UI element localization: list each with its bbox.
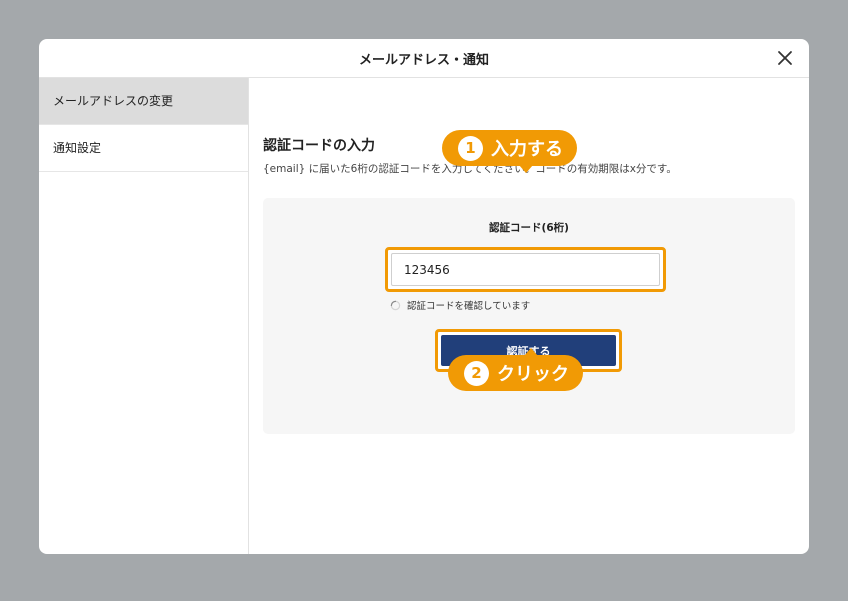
modal-title: メールアドレス・通知 bbox=[358, 52, 489, 68]
modal-header: メールアドレス・通知 bbox=[39, 39, 809, 78]
status-row: 認証コードを確認しています bbox=[390, 298, 530, 312]
step-number-badge: 2 bbox=[464, 360, 489, 386]
sidebar-item-email-change[interactable]: メールアドレスの変更 bbox=[39, 78, 248, 125]
sidebar-item-label: 通知設定 bbox=[53, 141, 102, 155]
status-text: 認証コードを確認しています bbox=[407, 301, 531, 312]
section-title: 認証コードの入力 bbox=[263, 138, 375, 154]
bubble-pointer-icon bbox=[519, 165, 533, 173]
code-label: 認証コード(6桁) bbox=[489, 222, 569, 234]
annotation-bubble-input: 1 入力する bbox=[442, 130, 577, 166]
sidebar-item-notification-settings[interactable]: 通知設定 bbox=[39, 125, 248, 172]
modal-dialog: メールアドレス・通知 メールアドレスの変更 通知設定 認証コードの入力 {ema… bbox=[39, 39, 809, 554]
sidebar-item-label: メールアドレスの変更 bbox=[53, 94, 174, 108]
step-number-badge: 1 bbox=[458, 135, 483, 161]
code-entry-panel: 認証コード(6桁) 認証コードを確認しています 認証する bbox=[263, 198, 795, 434]
verification-code-input[interactable] bbox=[391, 253, 660, 286]
annotation-text: クリック bbox=[497, 364, 569, 385]
sidebar: メールアドレスの変更 通知設定 bbox=[39, 78, 249, 554]
loading-spinner-icon bbox=[390, 300, 401, 310]
input-highlight-frame bbox=[385, 247, 666, 292]
annotation-text: 入力する bbox=[491, 139, 563, 160]
annotation-bubble-click: 2 クリック bbox=[448, 355, 583, 391]
bubble-pointer-icon bbox=[524, 348, 538, 356]
close-icon[interactable] bbox=[775, 48, 795, 68]
